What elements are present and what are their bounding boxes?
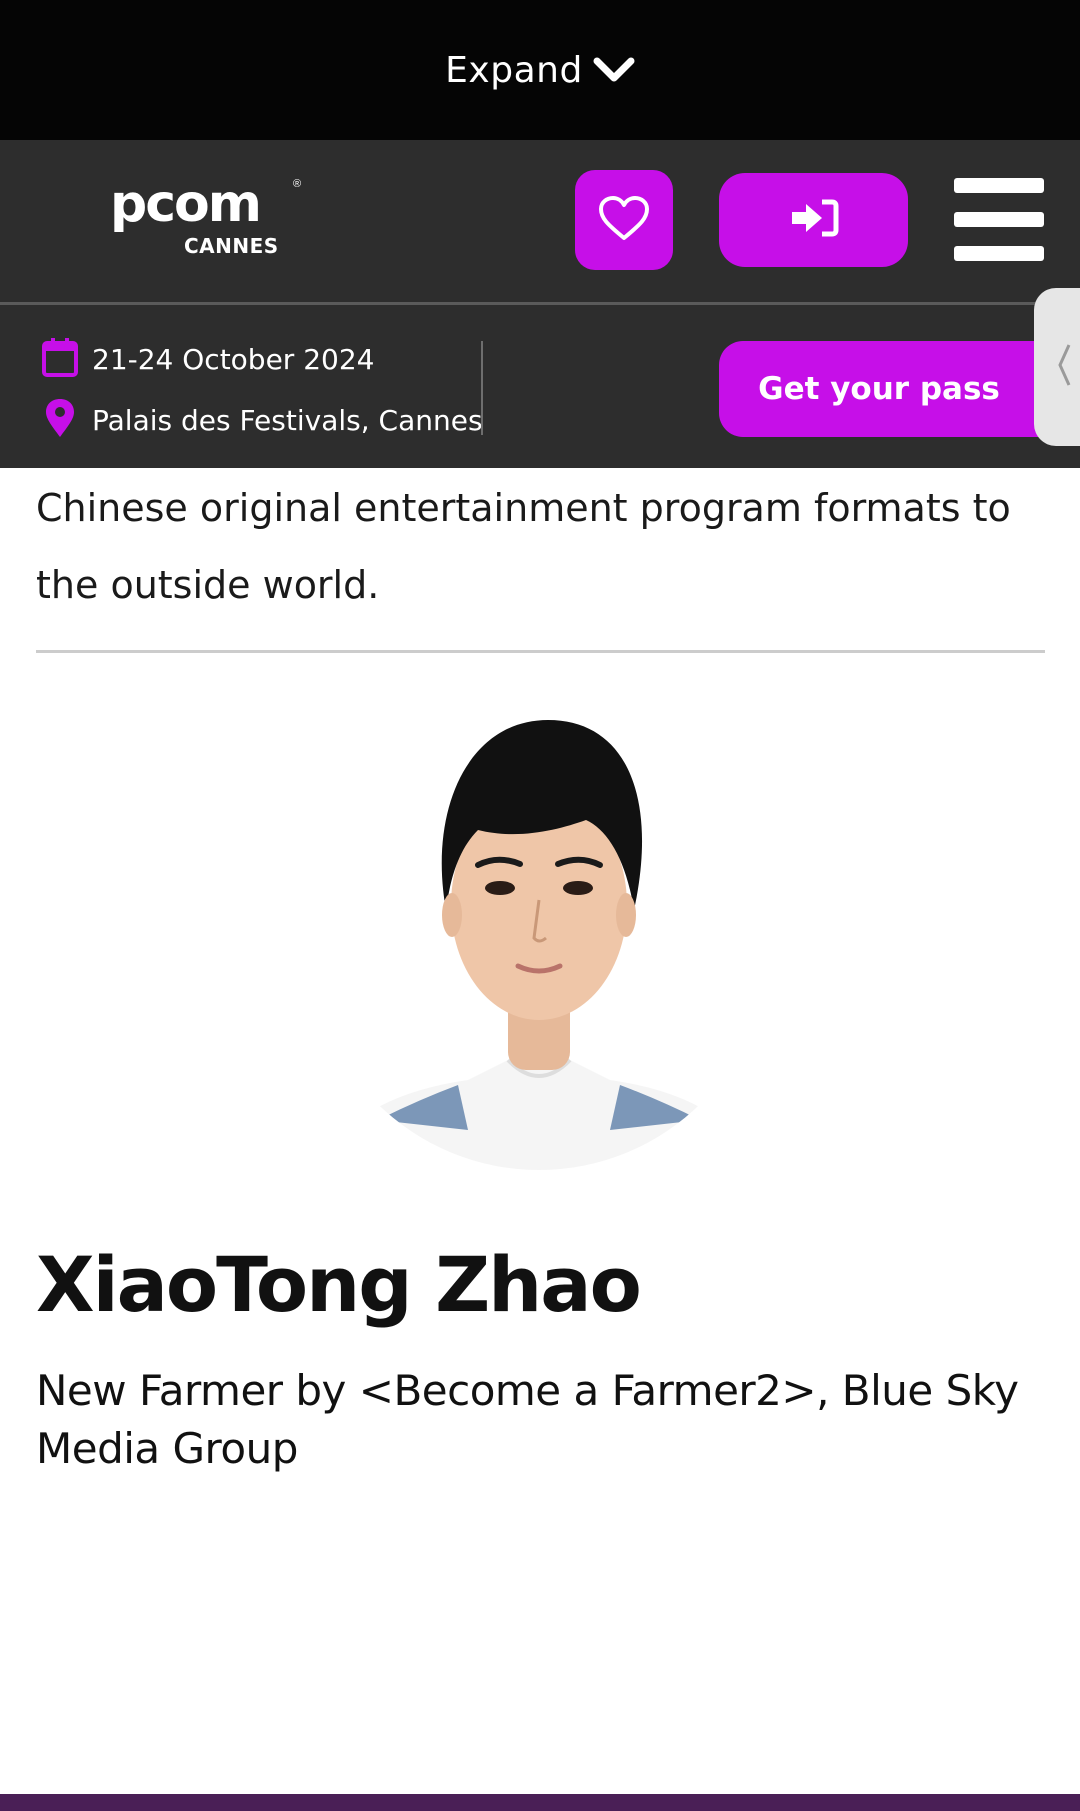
event-location: Palais des Festivals, Cannes bbox=[42, 397, 483, 444]
expand-label[interactable]: Expand bbox=[445, 50, 583, 91]
get-pass-button[interactable]: Get your pass bbox=[719, 341, 1039, 437]
speaker-photo bbox=[358, 700, 720, 1180]
chevron-left-icon bbox=[1054, 341, 1074, 394]
favorites-button[interactable] bbox=[575, 170, 673, 270]
login-button[interactable] bbox=[719, 173, 908, 267]
logo-word: pcom bbox=[110, 174, 262, 234]
site-header: pcom ® CANNES bbox=[0, 140, 1080, 302]
event-date: 21-24 October 2024 bbox=[42, 337, 374, 382]
side-panel-tab[interactable] bbox=[1034, 288, 1080, 446]
map-pin-icon bbox=[42, 397, 78, 444]
logo-sub: CANNES bbox=[184, 234, 279, 258]
divider bbox=[36, 650, 1045, 653]
divider bbox=[481, 341, 483, 435]
event-info-bar: 21-24 October 2024 Palais des Festivals,… bbox=[0, 302, 1080, 468]
expand-bar[interactable]: Expand bbox=[0, 0, 1080, 140]
mipcom-logo[interactable]: pcom ® CANNES bbox=[110, 178, 310, 258]
bottom-border bbox=[0, 1794, 1080, 1811]
calendar-icon bbox=[42, 337, 78, 382]
chevron-down-icon[interactable] bbox=[593, 55, 635, 85]
hamburger-menu-icon[interactable] bbox=[950, 178, 1048, 264]
heart-icon bbox=[597, 194, 651, 247]
intro-text: Chinese original entertainment program f… bbox=[36, 486, 1011, 607]
speaker-name: XiaoTong Zhao bbox=[36, 1240, 642, 1329]
get-pass-label: Get your pass bbox=[758, 371, 1000, 407]
sign-in-icon bbox=[788, 198, 840, 243]
speaker-role: New Farmer by <Become a Farmer2>, Blue S… bbox=[36, 1366, 1019, 1473]
event-location-text: Palais des Festivals, Cannes bbox=[92, 404, 483, 437]
event-date-text: 21-24 October 2024 bbox=[92, 343, 375, 376]
